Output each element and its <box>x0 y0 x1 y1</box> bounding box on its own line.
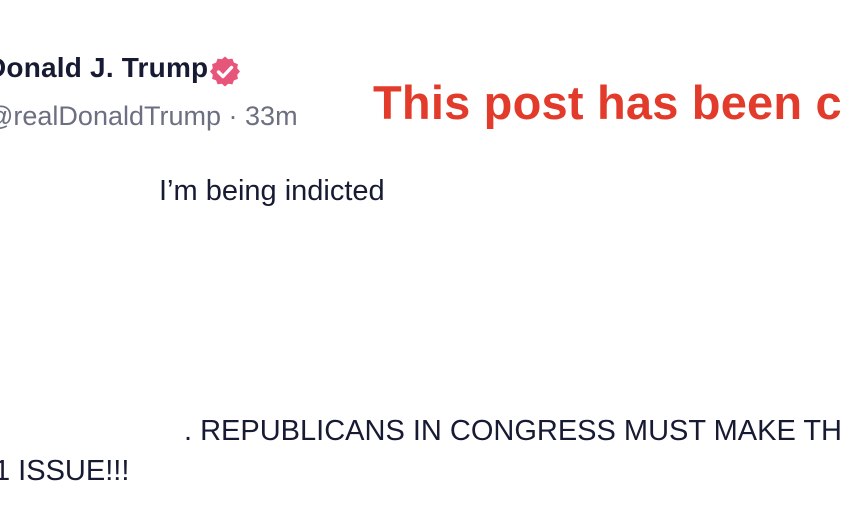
post-timestamp[interactable]: 33m <box>245 101 298 131</box>
author-display-name[interactable]: Donald J. Trump <box>0 52 208 84</box>
post-body-line: . REPUBLICANS IN CONGRESS MUST MAKE TH <box>184 415 842 447</box>
post-body-line: 1 ISSUE!!! <box>0 455 130 487</box>
post-body-line: I’m being indicted <box>159 175 385 207</box>
author-handle-line: @realDonaldTrump · 33m <box>0 101 298 132</box>
removed-post-notice: This post has been c <box>373 76 842 129</box>
verified-badge-icon <box>210 56 240 87</box>
author-handle[interactable]: @realDonaldTrump <box>0 101 221 131</box>
meta-separator: · <box>228 101 238 131</box>
post-screenshot: Donald J. Trump @realDonaldTrump · 33m T… <box>0 0 845 532</box>
